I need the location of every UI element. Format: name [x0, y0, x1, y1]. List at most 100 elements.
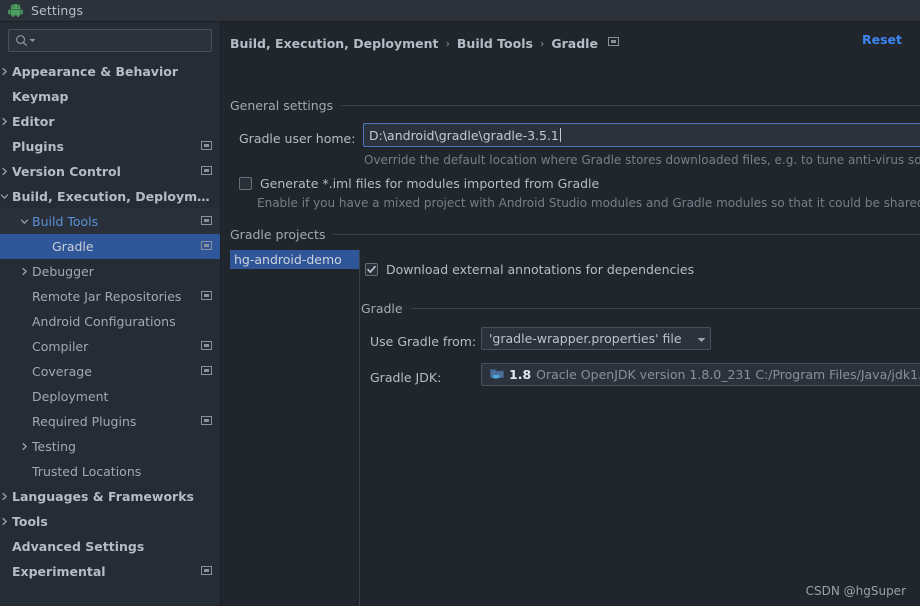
project-scope-icon[interactable] — [201, 240, 212, 254]
jdk-folder-icon — [490, 367, 504, 383]
search-input[interactable] — [8, 29, 212, 52]
settings-sidebar: Appearance & Behavior Keymap Editor Plugins… — [0, 22, 221, 606]
android-robot-icon — [8, 4, 31, 17]
window-titlebar: Settings — [0, 0, 920, 22]
sidebar-item-label: Version Control — [12, 164, 121, 179]
breadcrumb-part-1[interactable]: Build Tools — [457, 36, 533, 51]
chevron-right-icon[interactable] — [0, 517, 11, 526]
sidebar-item-build-execution-deployment[interactable]: Build, Execution, Deployment — [0, 184, 220, 209]
breadcrumb-separator: › — [445, 36, 450, 50]
reset-button[interactable]: Reset — [862, 32, 902, 47]
chevron-right-icon[interactable] — [18, 442, 31, 451]
sidebar-item-coverage[interactable]: Coverage — [0, 359, 220, 384]
gradle-user-home-input[interactable]: D:\android\gradle\gradle-3.5.1 — [363, 123, 920, 147]
download-annotations-label: Download external annotations for depend… — [386, 262, 695, 277]
project-scope-icon[interactable] — [607, 36, 619, 50]
sidebar-item-label: Gradle — [52, 239, 94, 254]
sidebar-item-testing[interactable]: Testing — [0, 434, 220, 459]
project-scope-icon[interactable] — [201, 415, 212, 429]
use-gradle-from-label: Use Gradle from: — [370, 334, 477, 349]
gradle-project-item[interactable]: hg-android-demo — [230, 250, 359, 269]
download-annotations-checkbox-row[interactable]: Download external annotations for depend… — [365, 262, 694, 277]
generate-iml-checkbox-row[interactable]: Generate *.iml files for modules importe… — [239, 176, 599, 191]
project-scope-icon[interactable] — [201, 565, 212, 579]
gradle-jdk-label: Gradle JDK: — [370, 370, 442, 385]
chevron-right-icon[interactable] — [0, 67, 11, 76]
chevron-down-icon[interactable] — [0, 192, 11, 201]
sidebar-item-label: Remote Jar Repositories — [32, 289, 182, 304]
sidebar-item-label: Tools — [12, 514, 48, 529]
gradle-user-home-label: Gradle user home: — [239, 131, 356, 146]
settings-content-pane: Build, Execution, Deployment › Build Too… — [221, 22, 920, 606]
sidebar-item-label: Testing — [32, 439, 76, 454]
sidebar-item-trusted-locations[interactable]: Trusted Locations — [0, 459, 220, 484]
project-scope-icon[interactable] — [201, 290, 212, 304]
chevron-down-icon[interactable] — [697, 331, 706, 346]
sidebar-item-compiler[interactable]: Compiler — [0, 334, 220, 359]
general-settings-group-header: General settings — [230, 97, 920, 113]
generate-iml-label: Generate *.iml files for modules importe… — [260, 176, 600, 191]
sidebar-item-gradle[interactable]: Gradle — [0, 234, 220, 259]
gradle-jdk-description: Oracle OpenJDK version 1.8.0_231 C:/Prog… — [536, 367, 920, 382]
breadcrumb: Build, Execution, Deployment › Build Too… — [230, 32, 910, 54]
project-scope-icon[interactable] — [201, 215, 212, 229]
sidebar-item-debugger[interactable]: Debugger — [0, 259, 220, 284]
sidebar-item-plugins[interactable]: Plugins — [0, 134, 220, 159]
gradle-projects-group-header: Gradle projects — [230, 226, 920, 242]
download-annotations-checkbox[interactable] — [365, 263, 378, 276]
search-icon — [15, 34, 28, 47]
project-scope-icon[interactable] — [201, 340, 212, 354]
sidebar-item-label: Advanced Settings — [12, 539, 145, 554]
sidebar-item-label: Editor — [12, 114, 55, 129]
breadcrumb-separator: › — [539, 36, 545, 50]
general-settings-group-title: General settings — [230, 97, 334, 113]
chevron-right-icon[interactable] — [0, 167, 11, 176]
project-scope-icon[interactable] — [201, 365, 212, 379]
sidebar-item-required-plugins[interactable]: Required Plugins — [0, 409, 220, 434]
group-divider — [341, 104, 920, 106]
sidebar-item-languages-frameworks[interactable]: Languages & Frameworks — [0, 484, 220, 509]
sidebar-item-label: Deployment — [32, 389, 109, 404]
chevron-right-icon[interactable] — [18, 267, 31, 276]
gradle-jdk-version: 1.8 — [509, 367, 532, 382]
sidebar-item-tools[interactable]: Tools — [0, 509, 220, 534]
sidebar-item-android-configurations[interactable]: Android Configurations — [0, 309, 220, 334]
breadcrumb-part-0[interactable]: Build, Execution, Deployment — [230, 36, 438, 51]
search-container — [0, 22, 220, 56]
text-caret — [559, 128, 561, 142]
sidebar-item-deployment[interactable]: Deployment — [0, 384, 220, 409]
sidebar-item-label: Keymap — [12, 89, 69, 104]
sidebar-item-remote-jar-repositories[interactable]: Remote Jar Repositories — [0, 284, 220, 309]
sidebar-item-label: Trusted Locations — [32, 464, 142, 479]
sidebar-item-label: Build Tools — [32, 214, 99, 229]
chevron-right-icon[interactable] — [0, 117, 11, 126]
sidebar-item-build-tools[interactable]: Build Tools — [0, 209, 220, 234]
sidebar-item-label: Plugins — [12, 139, 64, 154]
sidebar-item-experimental[interactable]: Experimental — [0, 559, 220, 584]
generate-iml-hint: Enable if you have a mixed project with … — [257, 196, 920, 210]
search-scope-chevron-down-icon[interactable] — [29, 38, 36, 43]
chevron-down-icon[interactable] — [18, 217, 31, 226]
settings-tree: Appearance & Behavior Keymap Editor Plugins… — [0, 59, 220, 584]
sidebar-item-version-control[interactable]: Version Control — [0, 159, 220, 184]
use-gradle-from-select[interactable]: 'gradle-wrapper.properties' file — [481, 327, 711, 350]
sidebar-item-label: Experimental — [12, 564, 106, 579]
gradle-projects-list[interactable]: hg-android-demo — [230, 250, 360, 606]
chevron-right-icon[interactable] — [0, 492, 11, 501]
gradle-group-header: Gradle — [361, 301, 920, 316]
gradle-jdk-select[interactable]: 1.8 Oracle OpenJDK version 1.8.0_231 C:/… — [481, 363, 920, 386]
sidebar-item-label: Android Configurations — [32, 314, 176, 329]
sidebar-item-editor[interactable]: Editor — [0, 109, 220, 134]
gradle-projects-group-title: Gradle projects — [230, 226, 326, 242]
sidebar-item-advanced-settings[interactable]: Advanced Settings — [0, 534, 220, 559]
sidebar-item-keymap[interactable]: Keymap — [0, 84, 220, 109]
sidebar-item-appearance-behavior[interactable]: Appearance & Behavior — [0, 59, 220, 84]
sidebar-item-label: Required Plugins — [32, 414, 137, 429]
project-scope-icon[interactable] — [201, 165, 212, 179]
sidebar-item-label: Compiler — [32, 339, 89, 354]
sidebar-item-label: Build, Execution, Deployment — [12, 189, 212, 204]
generate-iml-checkbox[interactable] — [239, 177, 252, 190]
project-scope-icon[interactable] — [201, 140, 212, 154]
gradle-user-home-hint: Override the default location where Grad… — [364, 153, 920, 167]
sidebar-item-label: Coverage — [32, 364, 92, 379]
